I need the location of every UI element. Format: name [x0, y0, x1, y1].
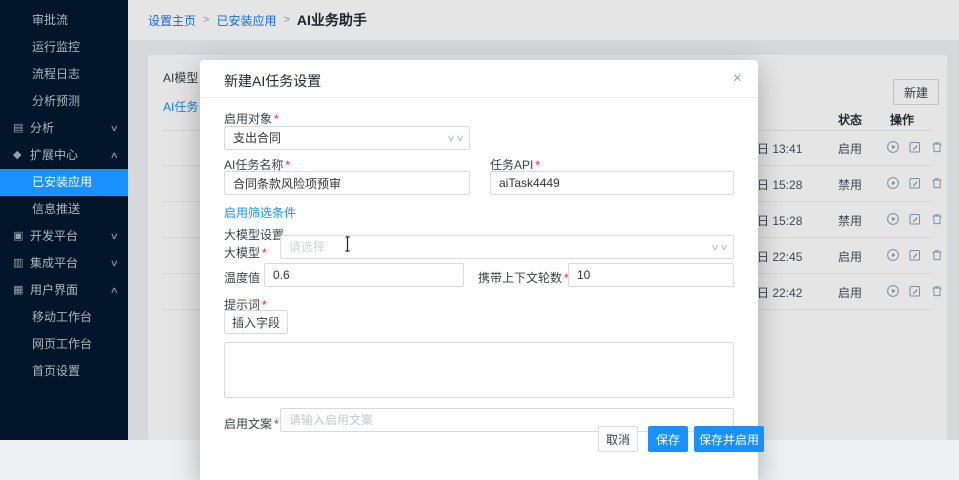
sidebar-item-label: 扩展中心 — [30, 148, 78, 162]
sidebar-item-label: 已安装应用 — [32, 175, 92, 189]
save-button[interactable]: 保存 — [648, 426, 688, 452]
sidebar-item-label: 首页设置 — [32, 364, 80, 378]
sidebar-item-label: 分析 — [30, 121, 54, 135]
temperature-input[interactable] — [264, 263, 464, 287]
sidebar-item-label: 流程日志 — [32, 67, 80, 81]
save-and-enable-button[interactable]: 保存并启用 — [694, 426, 764, 452]
sidebar-group-integration-platform[interactable]: 集成平台 — [0, 250, 128, 277]
model-label: 大模型 — [224, 244, 267, 261]
context-rounds-label: 携带上下文轮数 — [478, 269, 569, 286]
sidebar-item-label: 审批流 — [32, 13, 68, 27]
sidebar-group-extension-center[interactable]: 扩展中心 — [0, 142, 128, 169]
chevron-down-icon — [110, 250, 119, 277]
model-section-label: 大模型设置 — [224, 226, 284, 243]
sidebar-item-workflow[interactable]: 工作流 — [0, 0, 128, 7]
text-cursor-icon — [343, 236, 352, 257]
model-select-placeholder: 请选择 — [289, 240, 325, 254]
chevron-down-icon: ∨ — [446, 127, 464, 149]
integration-icon — [13, 250, 23, 277]
extension-icon — [13, 142, 21, 169]
temperature-label: 温度值 — [224, 269, 260, 286]
task-name-input[interactable] — [224, 171, 470, 195]
close-icon[interactable]: × — [733, 69, 742, 89]
sidebar-item-message-push[interactable]: 信息推送 — [0, 196, 128, 223]
new-ai-task-modal: 新建AI任务设置 × 启用对象 支出合同 ∨ AI任务名称 任务API 启用筛选… — [200, 60, 758, 480]
chart-icon — [13, 115, 23, 142]
dev-platform-icon — [13, 223, 23, 250]
sidebar-menu: 工作流 审批流 运行监控 流程日志 分析预测 分析 扩展中心 已安装应用 信息推… — [0, 0, 128, 385]
insert-field-button[interactable]: 插入字段 — [224, 310, 288, 334]
sidebar-item-process-log[interactable]: 流程日志 — [0, 61, 128, 88]
sidebar-item-label: 运行监控 — [32, 40, 80, 54]
sidebar-item-label: 分析预测 — [32, 94, 80, 108]
modal-title: 新建AI任务设置 — [224, 71, 321, 91]
sidebar-item-label: 移动工作台 — [32, 310, 92, 324]
sidebar-item-label: 用户界面 — [30, 283, 78, 297]
sidebar-item-web-workbench[interactable]: 网页工作台 — [0, 331, 128, 358]
sidebar-item-run-monitor[interactable]: 运行监控 — [0, 34, 128, 61]
target-object-value: 支出合同 — [233, 131, 281, 145]
sidebar-item-home-settings[interactable]: 首页设置 — [0, 358, 128, 385]
sidebar-item-label: 网页工作台 — [32, 337, 92, 351]
chevron-down-icon: ∨ — [710, 236, 728, 258]
enable-copy-label: 启用文案 — [224, 415, 279, 432]
chevron-down-icon — [110, 223, 119, 250]
context-rounds-input[interactable] — [568, 263, 734, 287]
task-api-input[interactable] — [490, 171, 734, 195]
target-object-label: 启用对象 — [224, 110, 279, 127]
enable-filter-link[interactable]: 启用筛选条件 — [224, 204, 296, 221]
chevron-down-icon — [110, 115, 119, 142]
target-object-select[interactable]: 支出合同 ∨ — [224, 126, 470, 150]
sidebar-item-label: 信息推送 — [32, 202, 80, 216]
cancel-button[interactable]: 取消 — [598, 426, 638, 452]
modal-header: 新建AI任务设置 × — [200, 60, 758, 98]
sidebar-item-label: 集成平台 — [30, 256, 78, 270]
chevron-up-icon — [110, 277, 119, 304]
ui-icon — [13, 277, 23, 304]
sidebar-group-user-interface[interactable]: 用户界面 — [0, 277, 128, 304]
sidebar-item-mobile-workbench[interactable]: 移动工作台 — [0, 304, 128, 331]
sidebar: 工作流 审批流 运行监控 流程日志 分析预测 分析 扩展中心 已安装应用 信息推… — [0, 0, 128, 440]
sidebar-item-analysis-predict[interactable]: 分析预测 — [0, 88, 128, 115]
sidebar-item-approval-flow[interactable]: 审批流 — [0, 7, 128, 34]
sidebar-item-installed-apps[interactable]: 已安装应用 — [0, 169, 128, 196]
sidebar-group-analysis[interactable]: 分析 — [0, 115, 128, 142]
sidebar-group-dev-platform[interactable]: 开发平台 — [0, 223, 128, 250]
sidebar-item-label: 开发平台 — [30, 229, 78, 243]
prompt-textarea[interactable] — [224, 342, 734, 398]
chevron-up-icon — [110, 142, 119, 169]
